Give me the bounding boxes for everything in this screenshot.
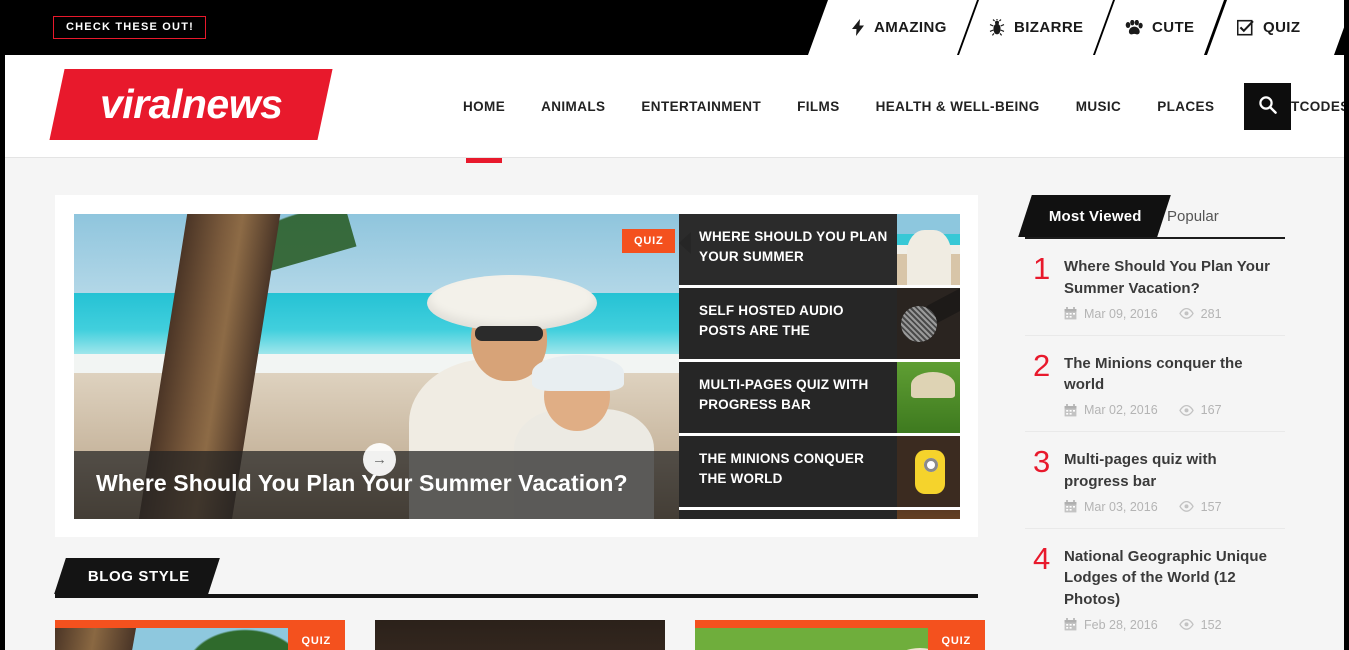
rank-number: 3 — [1033, 444, 1051, 479]
list-item-title: The Minions conquer the world — [1064, 354, 1243, 394]
nav-item-films[interactable]: FILMS — [779, 55, 858, 158]
top-category-tabs: AMAZING BIZARRE CUTE QUIZ — [807, 0, 1344, 55]
top-tab-bizarre[interactable]: BIZARRE — [958, 0, 1114, 55]
slider-list-item-partial[interactable] — [679, 510, 960, 519]
blog-card-grid: QUIZ QUIZ — [55, 620, 985, 650]
paw-icon — [1125, 19, 1143, 36]
page-root: CHECK THESE OUT! AMAZING BIZARRE CUTE QU… — [5, 0, 1344, 650]
slider-list-item[interactable]: THE MINIONS CONQUER THE WORLD — [679, 436, 960, 507]
site-logo[interactable]: viralnews — [49, 69, 333, 140]
blog-card[interactable]: QUIZ — [695, 620, 985, 650]
slider-playlist: WHERE SHOULD YOU PLAN YOUR SUMMER SELF H… — [679, 214, 960, 519]
rank-number: 2 — [1033, 347, 1051, 383]
card-quiz-badge: QUIZ — [927, 628, 985, 650]
eye-icon — [1178, 308, 1194, 319]
list-item-meta: Mar 02, 2016 167 — [1064, 403, 1285, 417]
slider-badge-arrow-icon — [679, 232, 691, 254]
list-item[interactable]: 2 The Minions conquer the world Mar 02, … — [1025, 336, 1285, 432]
site-header: viralnews HOME ANIMALS ENTERTAINMENT FIL… — [5, 55, 1344, 158]
slider-list-item-title: THE MINIONS CONQUER THE WORLD — [699, 451, 865, 486]
list-item-date: Mar 03, 2016 — [1084, 499, 1158, 514]
main-navigation: HOME ANIMALS ENTERTAINMENT FILMS HEALTH … — [445, 55, 1344, 158]
sidebar-most-viewed-widget: Most Viewed Popular 1 Where Should You P… — [1018, 195, 1285, 646]
list-item[interactable]: 4 National Geographic Unique Lodges of t… — [1025, 529, 1285, 646]
slider-list-item[interactable]: WHERE SHOULD YOU PLAN YOUR SUMMER — [679, 214, 960, 285]
nav-item-places[interactable]: PLACES — [1139, 55, 1232, 158]
slider-list-item-thumbnail — [897, 436, 960, 507]
list-item-meta: Mar 03, 2016 157 — [1064, 500, 1285, 514]
calendar-icon — [1064, 307, 1077, 320]
section-title-banner: BLOG STYLE — [54, 558, 220, 594]
bolt-icon — [851, 19, 865, 36]
eye-icon — [1178, 619, 1194, 631]
card-accent-bar — [695, 620, 985, 628]
sidebar-tabs: Most Viewed Popular — [1018, 195, 1285, 239]
list-item-views: 167 — [1200, 403, 1222, 417]
slider-list-item-thumbnail — [897, 214, 960, 285]
featured-slider-card: Where Should You Plan Your Summer Vacati… — [55, 195, 978, 537]
list-item[interactable]: 1 Where Should You Plan Your Summer Vaca… — [1025, 239, 1285, 336]
list-item-views: 281 — [1200, 306, 1222, 321]
slider-list-item[interactable]: MULTI-PAGES QUIZ WITH PROGRESS BAR — [679, 362, 960, 433]
list-item-date: Feb 28, 2016 — [1084, 617, 1158, 632]
list-item-meta: Mar 09, 2016 281 — [1064, 307, 1285, 321]
bug-icon — [989, 19, 1005, 36]
tab-most-viewed[interactable]: Most Viewed — [1018, 195, 1171, 237]
blog-card[interactable] — [375, 620, 665, 650]
slider-quiz-badge: QUIZ — [622, 229, 676, 253]
list-item[interactable]: 3 Multi-pages quiz with progress bar Mar… — [1025, 432, 1285, 529]
eye-icon — [1178, 501, 1194, 512]
top-tab-label: QUIZ — [1262, 19, 1300, 36]
tab-popular[interactable]: Popular — [1167, 195, 1219, 237]
slider-next-button[interactable]: → — [363, 443, 396, 476]
card-image-dark-bokeh — [375, 620, 665, 650]
top-tab-label: BIZARRE — [1013, 19, 1084, 36]
slider-list-item-title: SELF HOSTED AUDIO POSTS ARE THE — [699, 303, 844, 338]
search-button[interactable] — [1244, 83, 1291, 130]
slider-list-item-thumbnail — [897, 510, 960, 519]
list-item-date: Mar 02, 2016 — [1084, 403, 1158, 417]
list-item-title: Where Should You Plan Your Summer Vacati… — [1064, 258, 1271, 297]
blog-style-section-header: BLOG STYLE — [54, 558, 978, 598]
slider-list-item-title: WHERE SHOULD YOU PLAN YOUR SUMMER — [699, 229, 888, 264]
check-these-out-button[interactable]: CHECK THESE OUT! — [53, 16, 206, 39]
calendar-icon — [1064, 500, 1077, 513]
top-bar: CHECK THESE OUT! AMAZING BIZARRE CUTE QU… — [5, 0, 1344, 55]
card-accent-bar — [55, 620, 345, 628]
search-icon — [1258, 95, 1277, 119]
nav-item-music[interactable]: MUSIC — [1058, 55, 1140, 158]
top-tab-quiz[interactable]: QUIZ — [1206, 0, 1344, 55]
rank-number: 1 — [1033, 251, 1051, 286]
nav-item-entertainment[interactable]: ENTERTAINMENT — [623, 55, 779, 158]
page-title: BLOG STYLE — [88, 567, 190, 585]
nav-item-home[interactable]: HOME — [445, 55, 523, 158]
calendar-icon — [1064, 618, 1077, 631]
nav-item-animals[interactable]: ANIMALS — [523, 55, 623, 158]
list-item-meta: Feb 28, 2016 152 — [1064, 618, 1285, 632]
browser-viewport: CHECK THESE OUT! AMAZING BIZARRE CUTE QU… — [0, 0, 1349, 650]
eye-icon — [1178, 404, 1194, 416]
rank-number: 4 — [1033, 540, 1051, 576]
list-item-title: National Geographic Unique Lodges of the… — [1064, 547, 1267, 609]
check-square-icon — [1236, 19, 1254, 36]
list-item-views: 157 — [1200, 499, 1222, 514]
slider-list-item-thumbnail — [897, 362, 960, 433]
list-item-views: 152 — [1200, 617, 1222, 632]
top-tab-amazing[interactable]: AMAZING — [807, 0, 977, 55]
featured-slider: Where Should You Plan Your Summer Vacati… — [74, 214, 960, 519]
top-tab-cute[interactable]: CUTE — [1095, 0, 1225, 55]
list-item-title: Multi-pages quiz with progress bar — [1064, 451, 1217, 490]
slider-list-item-thumbnail — [897, 288, 960, 359]
top-tab-label: AMAZING — [873, 19, 947, 36]
slider-list-item-title: MULTI-PAGES QUIZ WITH PROGRESS BAR — [699, 377, 869, 412]
nav-item-health-well-being[interactable]: HEALTH & WELL-BEING — [858, 55, 1058, 158]
calendar-icon — [1064, 403, 1077, 417]
top-tab-label: CUTE — [1152, 19, 1195, 36]
logo-text: viralnews — [99, 81, 283, 127]
blog-card[interactable]: QUIZ — [55, 620, 345, 650]
card-quiz-badge: QUIZ — [287, 628, 345, 650]
tab-most-viewed-label: Most Viewed — [1049, 207, 1142, 225]
list-item-date: Mar 09, 2016 — [1084, 306, 1158, 321]
slider-list-item[interactable]: SELF HOSTED AUDIO POSTS ARE THE — [679, 288, 960, 359]
